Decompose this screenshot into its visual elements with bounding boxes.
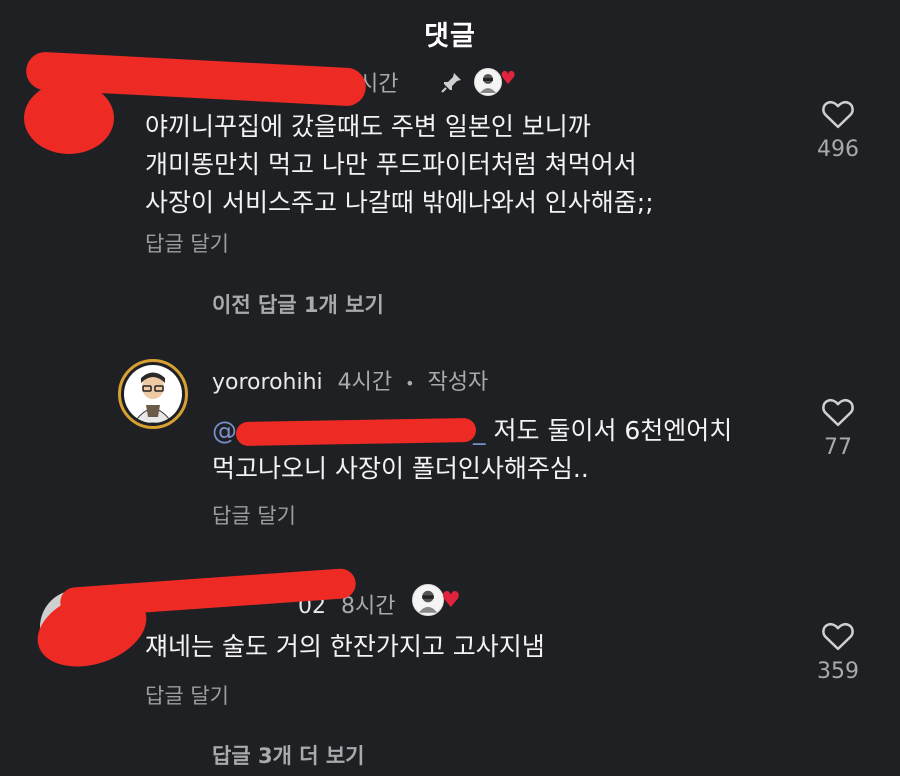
redaction-mark <box>24 82 114 154</box>
comment-time: 4시간 <box>337 370 393 395</box>
creator-avatar-badge <box>474 68 502 96</box>
separator-dot: • <box>405 374 415 393</box>
comment-text: 쟤네는 술도 거의 한잔가지고 고사지냄 <box>145 632 545 661</box>
heart-outline-icon[interactable] <box>821 396 855 427</box>
heart-outline-icon[interactable] <box>821 620 855 651</box>
view-previous-replies-button[interactable]: 이전 답글 1개 보기 <box>212 289 384 319</box>
like-count: 359 <box>817 659 859 684</box>
mention-prefix[interactable]: @ <box>212 416 237 445</box>
reply-button[interactable]: 답글 달기 <box>145 228 229 258</box>
heart-filled-icon: ♥ <box>441 588 461 613</box>
heart-outline-icon[interactable] <box>821 98 855 129</box>
page-title: 댓글 <box>424 21 476 52</box>
username[interactable]: yororohihi <box>212 370 323 395</box>
reply-button[interactable]: 답글 달기 <box>212 500 296 530</box>
view-more-replies-button[interactable]: 답글 3개 더 보기 <box>212 740 364 770</box>
heart-filled-icon: ♥ <box>500 68 517 89</box>
comment-meta: yororohihi 4시간 • 작성자 <box>212 364 488 396</box>
like-group: 359 <box>798 620 878 684</box>
comment-time: 8시간 <box>341 594 396 619</box>
like-group: 496 <box>798 98 878 162</box>
author-badge: 작성자 <box>427 370 489 395</box>
redaction-mark <box>235 417 477 447</box>
like-count: 77 <box>824 435 852 460</box>
pin-icon <box>441 73 461 93</box>
reply-button[interactable]: 답글 달기 <box>145 680 229 710</box>
like-count: 496 <box>817 137 859 162</box>
creator-avatar-badge <box>412 584 444 616</box>
comment-text: 야끼니꾸집에 갔을때도 주변 일본인 보니까 개미똥만치 먹고 나만 푸드파이터… <box>145 112 654 217</box>
like-group: 77 <box>798 396 878 460</box>
avatar[interactable] <box>118 359 188 429</box>
